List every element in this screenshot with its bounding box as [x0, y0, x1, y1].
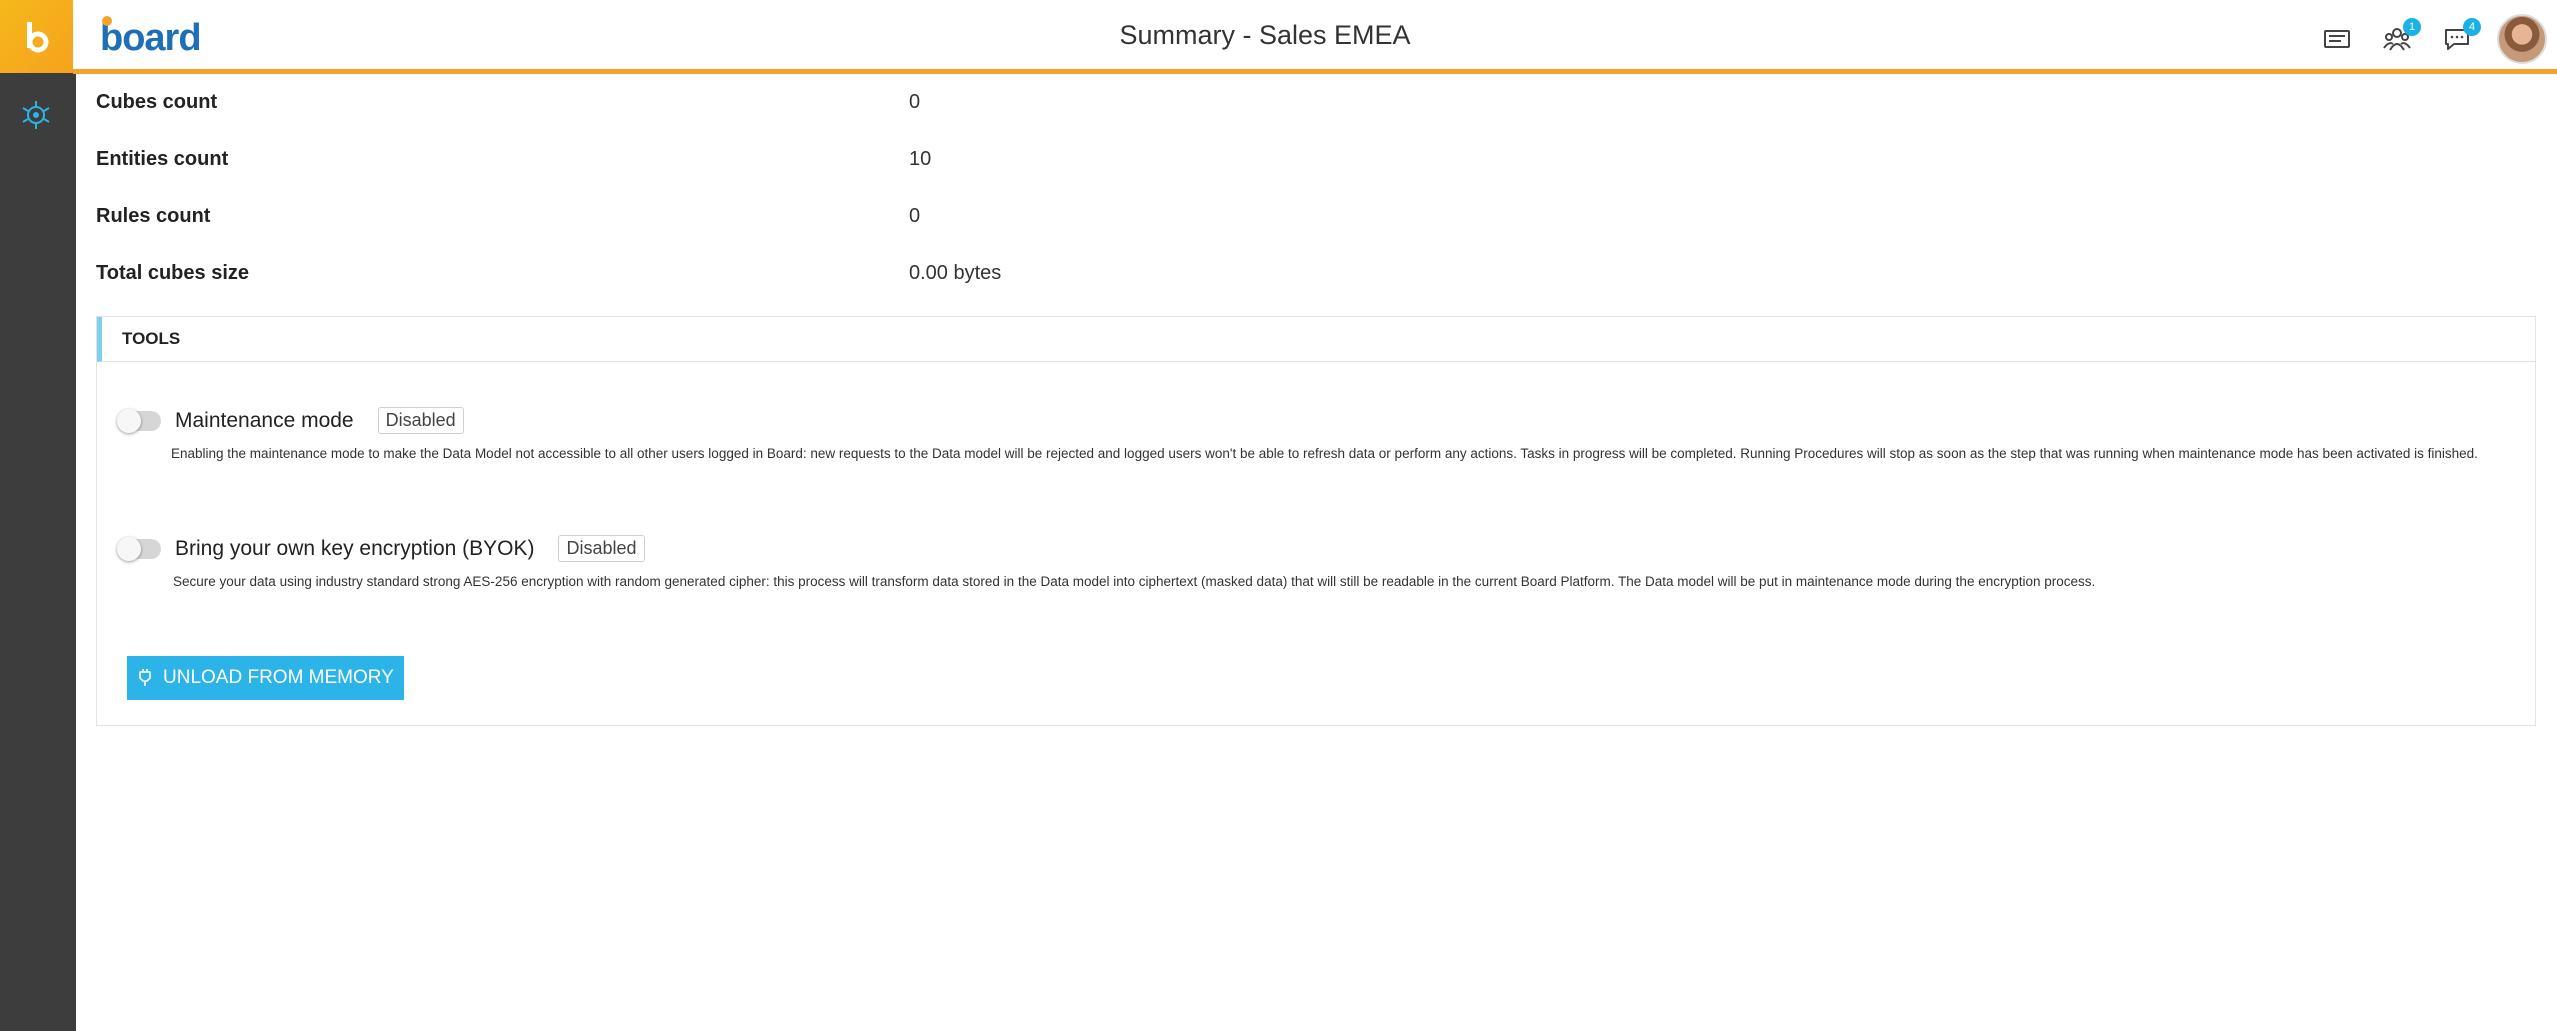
- chat-badge: 4: [2463, 18, 2481, 36]
- maintenance-mode-label: Maintenance mode: [175, 408, 354, 432]
- tools-title: TOOLS: [97, 317, 2535, 362]
- unload-from-memory-button[interactable]: UNLOAD FROM MEMORY: [127, 656, 404, 700]
- page-title: Summary - Sales EMEA: [1119, 20, 1411, 50]
- maintenance-status-badge: Disabled: [377, 407, 464, 434]
- byok-label: Bring your own key encryption (BYOK): [175, 536, 535, 560]
- top-header: board Summary - Sales EMEA 1 4: [73, 0, 2557, 74]
- maintenance-mode-description: Enabling the maintenance mode to make th…: [171, 446, 2478, 461]
- byok-description: Secure your data using industry standard…: [173, 574, 2096, 589]
- stat-value: 0: [909, 91, 921, 113]
- stat-label: Rules count: [96, 205, 211, 227]
- byok-status-badge: Disabled: [558, 535, 645, 562]
- unload-button-label: UNLOAD FROM MEMORY: [163, 667, 394, 688]
- board-b-icon: [26, 21, 48, 52]
- notes-icon: [2324, 30, 2350, 48]
- stat-value: 0: [909, 205, 921, 227]
- stat-value: 0.00 bytes: [909, 262, 1002, 284]
- stat-row-rules-count: Rules count 0: [96, 188, 2536, 245]
- stat-row-total-cubes-size: Total cubes size 0.00 bytes: [96, 245, 2536, 302]
- header-actions: 1 4: [2307, 14, 2547, 64]
- stat-row-cubes-count: Cubes count 0: [96, 74, 2536, 131]
- tools-panel: TOOLS Maintenance mode Disabled Enabling…: [96, 316, 2536, 726]
- notes-button[interactable]: [2307, 16, 2367, 62]
- stat-label: Cubes count: [96, 91, 218, 113]
- collaboration-badge: 1: [2403, 18, 2421, 36]
- chat-button[interactable]: 4: [2427, 16, 2487, 62]
- stat-label: Total cubes size: [96, 262, 250, 284]
- byok-toggle[interactable]: [117, 536, 161, 561]
- byok-tool: Bring your own key encryption (BYOK) Dis…: [117, 535, 2523, 590]
- stat-row-entities-count: Entities count 10: [96, 131, 2536, 188]
- maintenance-mode-tool: Maintenance mode Disabled Enabling the m…: [117, 407, 2521, 462]
- unload-icon: [139, 669, 151, 686]
- board-logo-tile[interactable]: [0, 0, 73, 73]
- collaboration-button[interactable]: 1: [2367, 16, 2427, 62]
- data-model-icon[interactable]: [18, 97, 54, 133]
- stat-value: 10: [909, 148, 932, 170]
- stat-label: Entities count: [96, 148, 229, 170]
- maintenance-mode-toggle[interactable]: [117, 408, 161, 433]
- left-rail: [0, 0, 76, 1031]
- user-avatar[interactable]: [2497, 14, 2547, 64]
- summary-content: Cubes count 0 Entities count 10 Rules co…: [96, 74, 2536, 726]
